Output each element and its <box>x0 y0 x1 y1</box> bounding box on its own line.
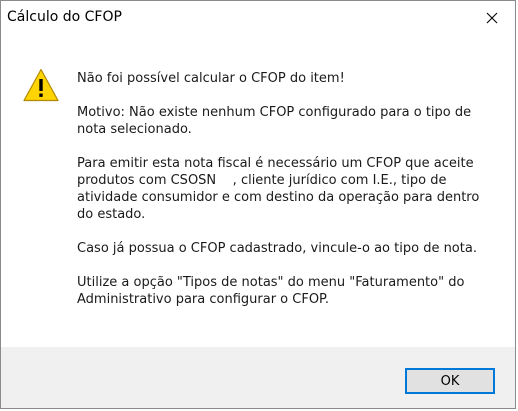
close-button[interactable] <box>469 1 515 35</box>
title-bar: Cálculo do CFOP <box>1 1 515 35</box>
warning-icon <box>23 68 59 102</box>
message-body: Não foi possível calcular o CFOP do item… <box>77 70 499 325</box>
message-reason: Motivo: Não existe nenhum CFOP configura… <box>77 105 472 137</box>
message-requirement: Para emitir esta nota fiscal é necessári… <box>77 156 484 222</box>
ok-button[interactable]: OK <box>405 368 495 394</box>
message-hint: Caso já possua o CFOP cadastrado, vincul… <box>77 241 477 256</box>
message-instructions: Utilize a opção "Tipos de notas" do menu… <box>77 275 465 307</box>
message-dialog: Cálculo do CFOP Não foi possível calcula… <box>0 0 516 409</box>
close-icon <box>486 12 498 24</box>
message-headline: Não foi possível calcular o CFOP do item… <box>77 71 345 86</box>
dialog-title: Cálculo do CFOP <box>7 9 122 25</box>
